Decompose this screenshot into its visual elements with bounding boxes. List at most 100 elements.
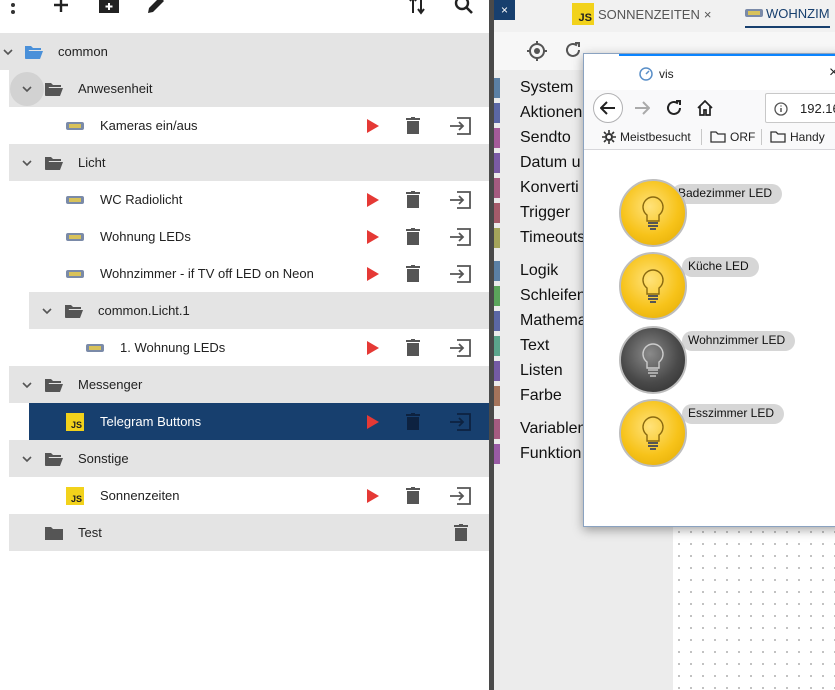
export-icon[interactable] (449, 189, 471, 211)
light-label: Wohnzimmer LED (682, 331, 796, 351)
tree-folder-anwesenheit[interactable]: Anwesenheit (9, 70, 489, 107)
lightbulb-on-icon[interactable] (619, 399, 687, 467)
folder-label: Test (78, 525, 102, 540)
address-text: 192.16 (800, 101, 835, 116)
blockly-icon (66, 270, 84, 278)
delete-icon[interactable] (402, 337, 424, 359)
blockly-icon (66, 122, 84, 130)
close-tab-button[interactable]: × (494, 0, 515, 20)
export-icon[interactable] (449, 115, 471, 137)
light-label: Küche LED (682, 257, 759, 277)
vis-content: Badezimmer LED Küche LED Wohnzimmer LED … (584, 151, 835, 526)
tab-sonnenzeiten[interactable]: JS SONNENZEITEN × (572, 0, 711, 28)
folder-open-icon (65, 305, 83, 318)
tree-script-kameras[interactable]: Kameras ein/aus (9, 107, 489, 144)
play-icon[interactable] (362, 411, 384, 433)
bookmark-meistbesucht[interactable]: Meistbesucht (602, 130, 691, 144)
script-label: 1. Wohnung LEDs (120, 340, 226, 355)
play-icon[interactable] (362, 226, 384, 248)
arrow-right-icon[interactable] (634, 101, 650, 115)
edit-icon[interactable] (143, 0, 169, 18)
play-icon[interactable] (362, 263, 384, 285)
play-icon[interactable] (362, 115, 384, 137)
tree-script-wohnzimmer[interactable]: Wohnzimmer - if TV off LED on Neon (9, 255, 489, 292)
export-icon[interactable] (449, 226, 471, 248)
tree-folder-messenger[interactable]: Messenger (9, 366, 489, 403)
blockly-icon (66, 196, 84, 204)
tree-script-1-wohnung-leds[interactable]: 1. Wohnung LEDs (29, 329, 489, 366)
folder-open-icon (45, 379, 63, 392)
export-icon[interactable] (449, 263, 471, 285)
info-icon (774, 102, 788, 116)
chevron-down-icon[interactable] (21, 379, 33, 391)
add-folder-icon[interactable] (96, 0, 122, 18)
reload-icon[interactable] (666, 100, 682, 116)
script-label: Telegram Buttons (100, 414, 202, 429)
delete-icon[interactable] (402, 189, 424, 211)
folder-open-icon (45, 157, 63, 170)
tree-script-wohnung-leds[interactable]: Wohnung LEDs (9, 218, 489, 255)
export-icon[interactable] (449, 337, 471, 359)
folder-open-icon (45, 453, 63, 466)
light-label: Badezimmer LED (672, 184, 783, 204)
delete-icon[interactable] (450, 522, 472, 544)
search-icon[interactable] (451, 0, 477, 18)
tab-label: WOHNZIM (766, 5, 830, 21)
browser-tabstrip: vis × (584, 54, 835, 90)
close-icon[interactable]: × (829, 64, 835, 82)
chevron-down-icon[interactable] (21, 157, 33, 169)
export-icon[interactable] (449, 485, 471, 507)
blockly-icon (66, 233, 84, 241)
tree-folder-sonstige[interactable]: Sonstige (9, 440, 489, 477)
play-icon[interactable] (362, 337, 384, 359)
tree-folder-common[interactable]: common (0, 33, 489, 70)
tree-folder-licht[interactable]: Licht (9, 144, 489, 181)
script-label: Sonnenzeiten (100, 488, 180, 503)
target-icon[interactable] (527, 41, 547, 61)
back-button[interactable] (593, 93, 623, 123)
bookmark-handy[interactable]: Handy (770, 130, 825, 144)
delete-icon[interactable] (402, 115, 424, 137)
js-icon: JS (66, 487, 84, 505)
chevron-down-icon[interactable] (41, 305, 53, 317)
close-icon[interactable]: × (704, 7, 712, 22)
gear-icon (602, 130, 616, 144)
lightbulb-on-icon[interactable] (619, 252, 687, 320)
sort-icon[interactable] (404, 0, 430, 18)
tree-script-sonnenzeiten[interactable]: JS Sonnenzeiten (9, 477, 489, 514)
chevron-down-icon[interactable] (21, 453, 33, 465)
folder-open-icon (45, 83, 63, 96)
chevron-down-icon[interactable] (21, 83, 33, 95)
browser-tab[interactable]: vis × (619, 54, 835, 90)
delete-icon[interactable] (402, 263, 424, 285)
delete-icon[interactable] (402, 485, 424, 507)
light-label: Esszimmer LED (682, 404, 785, 424)
home-icon[interactable] (697, 100, 713, 116)
tree-folder-test[interactable]: Test (9, 514, 489, 551)
editor-tabbar: × JS SONNENZEITEN × WOHNZIM (494, 0, 835, 32)
address-bar[interactable]: 192.16 (765, 93, 835, 123)
blockly-icon (745, 9, 763, 17)
js-icon: JS (572, 3, 594, 25)
delete-icon[interactable] (402, 411, 424, 433)
bookmark-orf[interactable]: ORF (710, 130, 755, 144)
play-icon[interactable] (362, 189, 384, 211)
tab-wohnzimmer[interactable]: WOHNZIM (745, 0, 830, 28)
bookmarks-bar: Meistbesucht ORF Handy (584, 126, 835, 150)
tree-folder-common-licht-1[interactable]: common.Licht.1 (29, 292, 489, 329)
lightbulb-off-icon[interactable] (619, 326, 687, 394)
folder-icon (45, 527, 63, 540)
chevron-down-icon[interactable] (2, 46, 14, 58)
tree-toolbar (0, 0, 489, 18)
lightbulb-on-icon[interactable] (619, 179, 687, 247)
play-icon[interactable] (362, 485, 384, 507)
refresh-icon[interactable] (564, 41, 582, 59)
export-icon[interactable] (449, 411, 471, 433)
delete-icon[interactable] (402, 226, 424, 248)
more-vert-icon[interactable] (0, 0, 26, 18)
arrow-left-icon (600, 101, 615, 115)
tree-script-wc-radiolicht[interactable]: WC Radiolicht (9, 181, 489, 218)
add-icon[interactable] (48, 0, 74, 18)
tree-script-telegram-buttons[interactable]: JS Telegram Buttons (29, 403, 489, 440)
folder-label: Messenger (78, 377, 143, 392)
